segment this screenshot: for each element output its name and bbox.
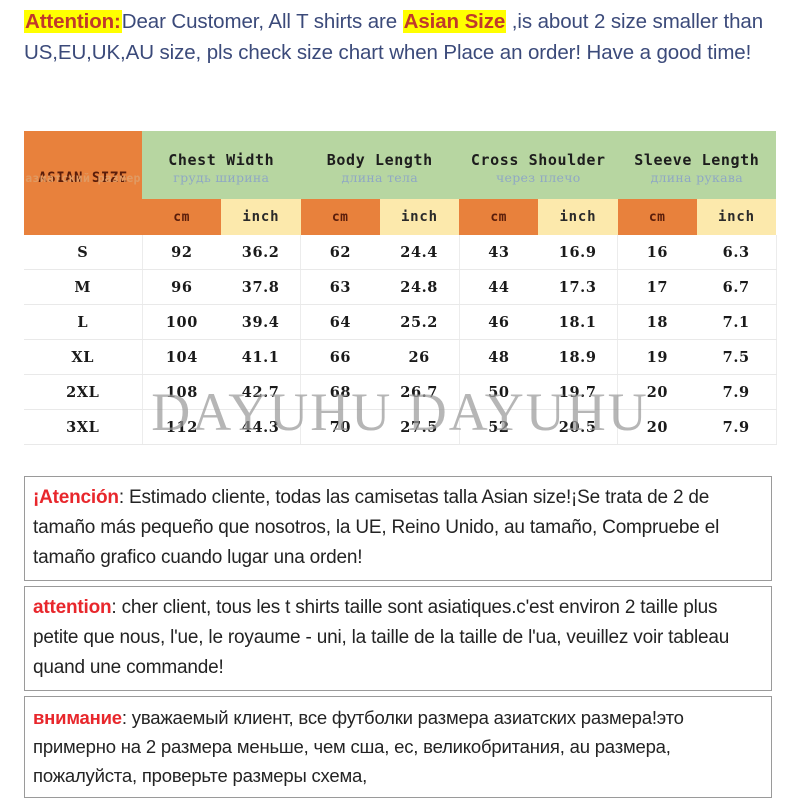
notice-spanish: ¡Atención: Estimado cliente, todas las c… [24, 476, 772, 581]
cell-value: 6.7 [696, 269, 777, 305]
cell-value: 104 [142, 339, 222, 375]
unit-body-cm: cm [300, 199, 380, 235]
cell-value: 68 [300, 374, 380, 410]
cell-size: M [24, 269, 143, 305]
cell-value: 48 [459, 339, 539, 375]
unit-sleeve-inch: inch [696, 199, 777, 235]
cell-value: 18.9 [538, 339, 619, 375]
cell-value: 66 [300, 339, 380, 375]
unit-shoulder-cm: cm [459, 199, 539, 235]
cell-value: 100 [142, 304, 222, 340]
header-chest-width-en: Chest Width [168, 150, 275, 169]
cell-value: 112 [142, 409, 222, 445]
cell-value: 70 [300, 409, 380, 445]
cell-value: 64 [300, 304, 380, 340]
header-sleeve-length-ru: длина рукава [650, 170, 743, 185]
header-asian-size-ru: азиатский размер [25, 171, 141, 185]
cell-value: 24.4 [379, 235, 460, 270]
cell-value: 18.1 [538, 304, 619, 340]
cell-value: 26.7 [379, 374, 460, 410]
notice-russian-label: внимание [33, 707, 122, 728]
cell-value: 16.9 [538, 235, 619, 270]
unit-shoulder-inch: inch [538, 199, 618, 235]
notice-russian: внимание: уважаемый клиент, все футболки… [24, 696, 772, 798]
header-cross-shoulder-ru: через плечо [495, 170, 581, 185]
cell-value: 96 [142, 269, 222, 305]
header-chest-width: Chest Width грудь ширина [142, 131, 301, 199]
header-body-length-ru: длина тела [341, 170, 418, 185]
table-row: 2XL 108 42.7 68 26.7 50 19.7 20 7.9 [24, 374, 777, 410]
cell-value: 92 [142, 235, 222, 270]
cell-value: 26 [379, 339, 460, 375]
attention-text-part1: Dear Customer, All T shirts are [121, 10, 403, 33]
cell-size: S [24, 235, 143, 270]
cell-value: 17 [617, 269, 697, 305]
cell-value: 19.7 [538, 374, 619, 410]
cell-value: 108 [142, 374, 222, 410]
unit-body-inch: inch [379, 199, 460, 235]
cell-value: 7.1 [696, 304, 777, 340]
unit-chest-inch: inch [221, 199, 301, 235]
cell-value: 7.9 [696, 409, 777, 445]
cell-size: L [24, 304, 143, 340]
cell-value: 63 [300, 269, 380, 305]
table-row: XL 104 41.1 66 26 48 18.9 19 7.5 [24, 339, 777, 375]
cell-value: 20 [617, 374, 697, 410]
cell-value: 18 [617, 304, 697, 340]
header-cross-shoulder: Cross Shoulder через плечо [459, 131, 618, 199]
table-row: M 96 37.8 63 24.8 44 17.3 17 6.7 [24, 269, 777, 305]
header-sleeve-length-en: Sleeve Length [634, 150, 760, 169]
cell-value: 41.1 [221, 339, 302, 375]
cell-value: 20.5 [538, 409, 619, 445]
cell-value: 27.5 [379, 409, 460, 445]
attention-label: Attention: [24, 10, 122, 33]
table-row: 3XL 112 44.3 70 27.5 52 20.5 20 7.9 [24, 409, 777, 445]
cell-size: 3XL [24, 409, 143, 445]
cell-value: 19 [617, 339, 697, 375]
cell-value: 43 [459, 235, 539, 270]
notice-spanish-label: ¡Atención [33, 487, 119, 508]
cell-value: 37.8 [221, 269, 302, 305]
notice-french: attention: cher client, tous les t shirt… [24, 586, 772, 691]
header-asian-size: ASIAN SIZE азиатский размер [24, 131, 142, 235]
unit-chest-cm: cm [142, 199, 222, 235]
table-row: S 92 36.2 62 24.4 43 16.9 16 6.3 [24, 235, 777, 270]
cell-value: 20 [617, 409, 697, 445]
notice-french-body: : cher client, tous les t shirts taille … [33, 597, 730, 678]
header-chest-width-ru: грудь ширина [173, 170, 270, 185]
cell-value: 39.4 [221, 304, 302, 340]
asian-size-highlight: Asian Size [402, 10, 507, 33]
cell-value: 46 [459, 304, 539, 340]
header-body-length: Body Length длина тела [300, 131, 460, 199]
notice-french-label: attention [33, 597, 112, 618]
cell-value: 62 [300, 235, 380, 270]
cell-value: 6.3 [696, 235, 777, 270]
size-chart-table: ASIAN SIZE азиатский размер Chest Width … [24, 131, 777, 445]
cell-value: 24.8 [379, 269, 460, 305]
header-body-length-en: Body Length [326, 150, 433, 169]
cell-value: 25.2 [379, 304, 460, 340]
table-header-row: ASIAN SIZE азиатский размер Chest Width … [24, 131, 777, 235]
cell-size: 2XL [24, 374, 143, 410]
attention-banner: Attention:Dear Customer, All T shirts ar… [24, 6, 784, 68]
cell-value: 44.3 [221, 409, 302, 445]
header-sleeve-length: Sleeve Length длина рукава [617, 131, 777, 199]
table-row: L 100 39.4 64 25.2 46 18.1 18 7.1 [24, 304, 777, 340]
notice-spanish-body: : Estimado cliente, todas las camisetas … [33, 487, 720, 568]
cell-size: XL [24, 339, 143, 375]
cell-value: 52 [459, 409, 539, 445]
cell-value: 17.3 [538, 269, 619, 305]
cell-value: 7.9 [696, 374, 777, 410]
notice-russian-body: : уважаемый клиент, все футболки размера… [33, 707, 684, 786]
unit-sleeve-cm: cm [617, 199, 697, 235]
cell-value: 36.2 [221, 235, 302, 270]
cell-value: 16 [617, 235, 697, 270]
cell-value: 44 [459, 269, 539, 305]
header-cross-shoulder-en: Cross Shoulder [470, 150, 606, 169]
cell-value: 42.7 [221, 374, 302, 410]
cell-value: 7.5 [696, 339, 777, 375]
cell-value: 50 [459, 374, 539, 410]
